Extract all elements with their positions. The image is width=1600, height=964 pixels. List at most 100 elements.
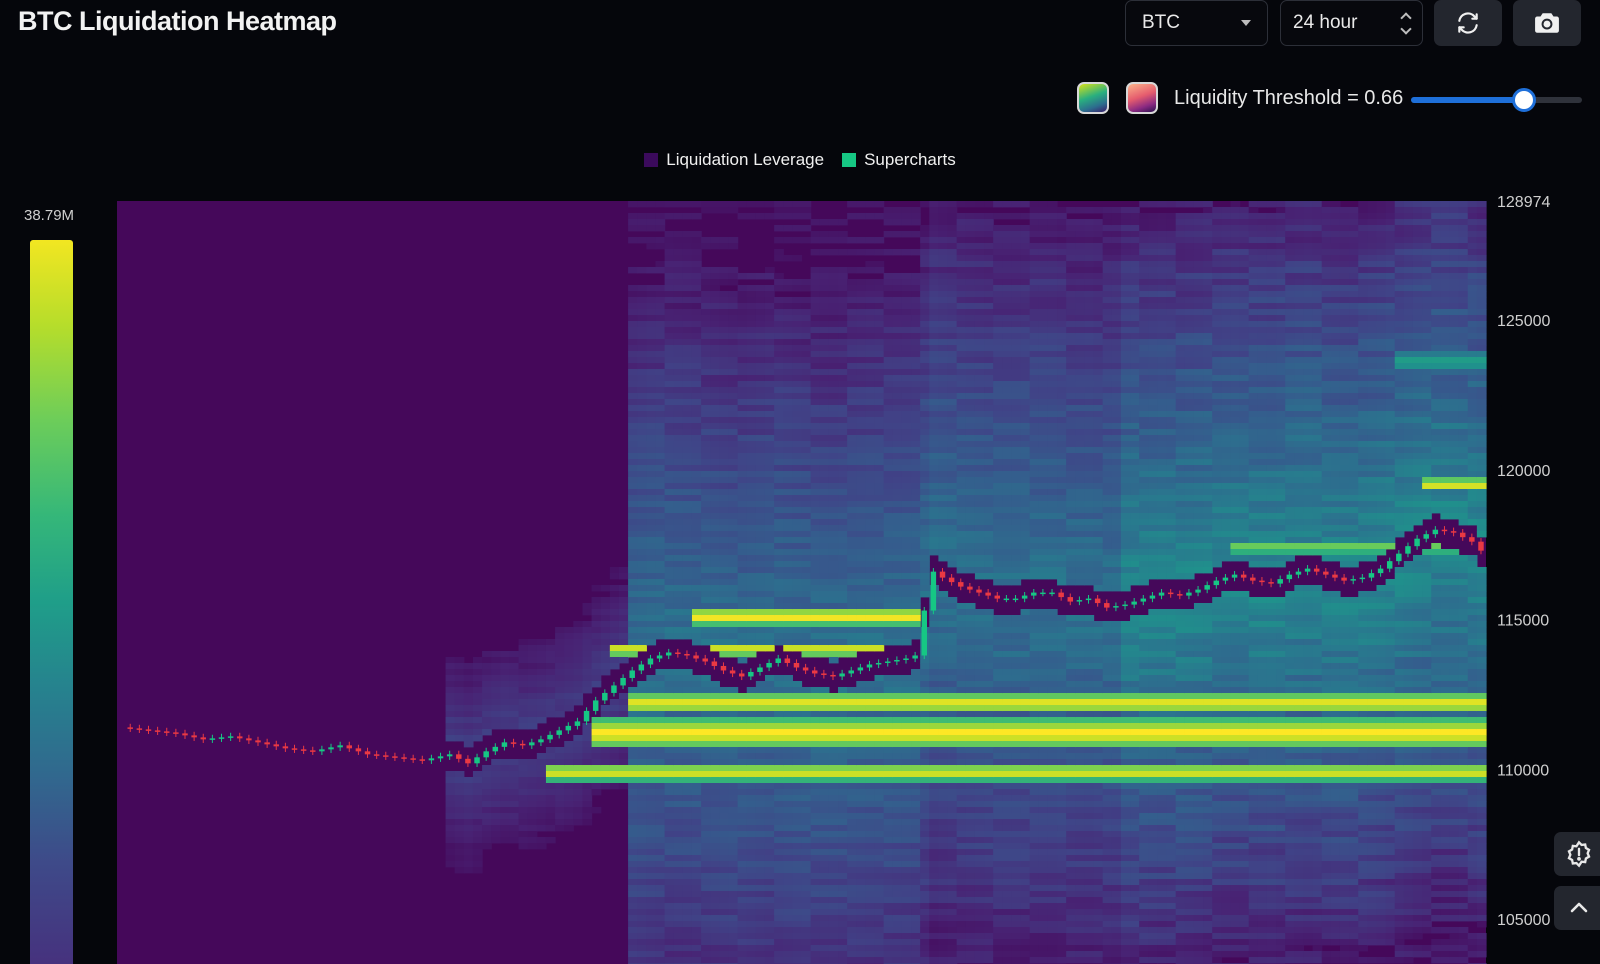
heatmap-cell [856, 741, 866, 748]
heatmap-cell [874, 537, 885, 544]
heatmap-cell [847, 531, 857, 538]
heatmap-cell [847, 777, 857, 784]
heatmap-cell [865, 729, 876, 736]
heatmap-cell [628, 267, 638, 274]
heatmap-cell [847, 213, 857, 220]
heatmap-cell [728, 747, 739, 754]
heatmap-cell [673, 375, 684, 382]
heatmap-cell [883, 375, 894, 382]
heatmap-cell [664, 759, 675, 766]
heatmap-cell [828, 735, 839, 742]
heatmap-cell [664, 417, 675, 424]
heatmap-cell [682, 705, 693, 712]
heatmap-cell [664, 441, 675, 448]
heatmap-cell [564, 789, 574, 796]
heatmap-cell [673, 441, 684, 448]
heatmap-cell [701, 525, 711, 532]
heatmap-cell [856, 729, 866, 736]
heatmap-cell [600, 663, 611, 670]
heatmap-cell [737, 873, 748, 880]
heatmap-cell [901, 279, 912, 286]
heatmap-cell [783, 537, 793, 544]
heatmap-cell [646, 639, 657, 646]
heatmap-cell [655, 669, 666, 676]
heatmap-cell [628, 855, 638, 862]
heatmap-cell [637, 375, 647, 382]
heatmap-cell [783, 933, 793, 940]
heatmap-cell [956, 339, 967, 346]
heatmap-cell [655, 387, 666, 394]
heatmap-cell [828, 837, 839, 844]
heatmap-cell [847, 381, 857, 388]
heatmap-cell [883, 807, 894, 814]
heatmap-cell [682, 231, 693, 238]
heatmap-cell [701, 399, 711, 406]
heatmap-cell [856, 561, 866, 568]
heatmap-cell [947, 519, 958, 526]
heatmap-cell [783, 411, 793, 418]
heatmap-cell [883, 729, 894, 736]
heatmap-cell [774, 945, 784, 952]
heatmap-cell [801, 843, 812, 850]
heatmap-cell [655, 297, 666, 304]
heatmap-cell [573, 813, 584, 820]
heatmap-cell [956, 903, 967, 910]
heatmap-cell [920, 201, 930, 208]
heatmap-cell [874, 705, 885, 712]
heatmap-cell [920, 447, 930, 454]
heatmap-cell [691, 321, 702, 328]
heatmap-cell [920, 855, 930, 862]
heatmap-cell [965, 243, 976, 250]
heatmap-cell [801, 351, 812, 358]
heatmap-cell [774, 207, 784, 214]
heatmap-cell [865, 735, 876, 742]
heatmap-cell [801, 555, 812, 562]
heatmap-cell [874, 765, 885, 772]
heatmap-cell [573, 753, 584, 760]
heatmap-cell [664, 237, 675, 244]
heatmap-cell [774, 465, 784, 472]
heatmap-cell [728, 369, 739, 376]
heatmap-cell [701, 885, 711, 892]
heatmap-cell [810, 933, 821, 940]
heatmap-cell [838, 807, 848, 814]
heatmap-cell [938, 339, 949, 346]
heatmap-cell [792, 321, 803, 328]
heatmap-cell [810, 597, 821, 604]
heatmap-cell [628, 405, 638, 412]
heatmap-cell [646, 399, 657, 406]
heatmap-cell [956, 483, 967, 490]
heatmap-cell [947, 207, 958, 214]
heatmap-cell [746, 627, 757, 634]
heatmap-cell [783, 717, 793, 724]
heatmap-cell [920, 267, 930, 274]
heatmap-cell [801, 891, 812, 898]
heatmap-cell [938, 813, 949, 820]
heatmap-cell [609, 645, 620, 652]
heatmap-cell [801, 453, 812, 460]
heatmap-cell [774, 507, 784, 514]
heatmap-cell [646, 393, 657, 400]
heatmap-cell [646, 453, 657, 460]
heatmap-cell [874, 813, 885, 820]
heatmap-cell [911, 927, 921, 934]
heatmap-cell [847, 951, 857, 958]
heatmap-cell [828, 393, 839, 400]
heatmap-cell [810, 297, 821, 304]
heatmap-cell [719, 561, 730, 568]
heatmap-cell [929, 777, 939, 784]
heatmap-cell [874, 441, 885, 448]
heatmap-cell [792, 705, 803, 712]
heatmap-cell [920, 897, 930, 904]
heatmap-cell [682, 693, 693, 700]
heatmap-cell [701, 573, 711, 580]
heatmap-cell [874, 237, 885, 244]
heatmap-cell [874, 795, 885, 802]
heatmap-cell [956, 873, 967, 880]
heatmap-cell [965, 405, 976, 412]
heatmap-cell [719, 357, 730, 364]
heatmap-cell [746, 651, 757, 658]
heatmap-cell [883, 759, 894, 766]
heatmap-cell [673, 489, 684, 496]
heatmap-cell [609, 723, 620, 730]
